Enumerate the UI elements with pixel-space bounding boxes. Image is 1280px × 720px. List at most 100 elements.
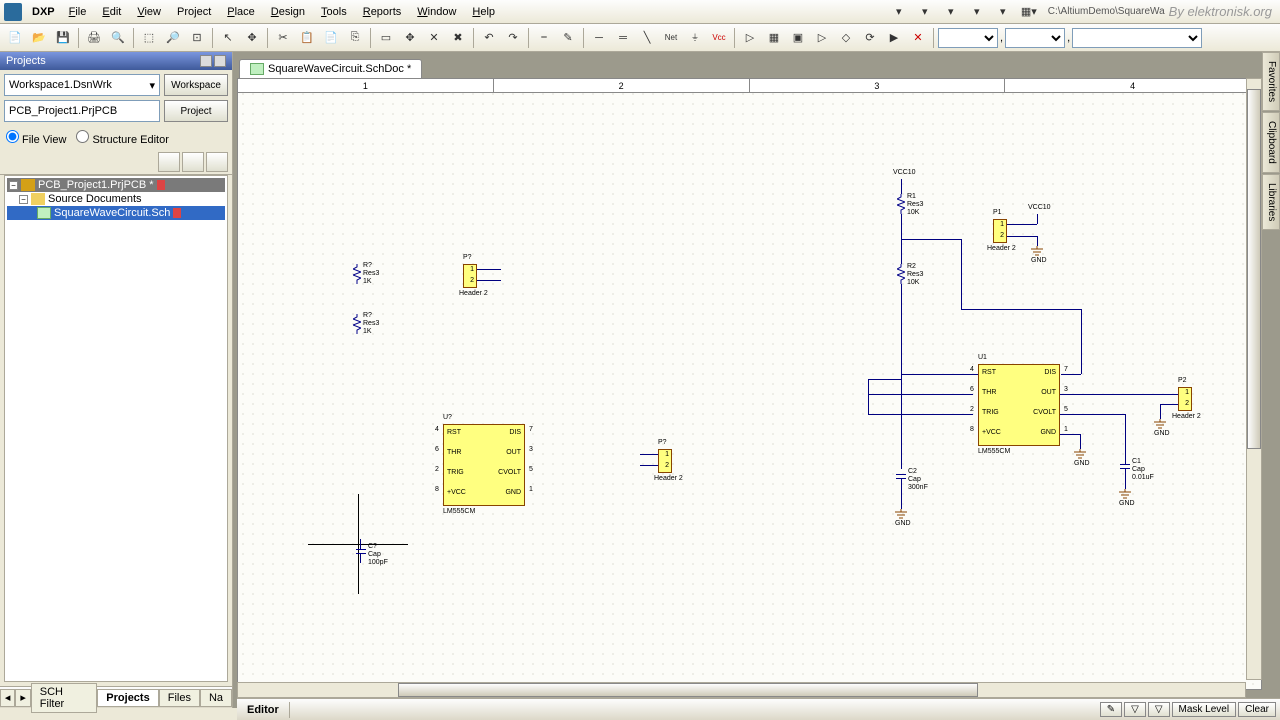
resistor-r7b[interactable]: R? Res3 1K: [353, 314, 361, 337]
menu-place[interactable]: Place: [219, 3, 263, 21]
wire-icon[interactable]: ─: [588, 27, 610, 49]
panel-opt1-icon[interactable]: [158, 152, 180, 172]
tree-document[interactable]: SquareWaveCircuit.Sch: [7, 206, 225, 220]
menu-edit[interactable]: Edit: [94, 3, 129, 21]
preview-icon[interactable]: 🔍: [107, 27, 129, 49]
toolbar-dropdown-2[interactable]: ▾: [914, 1, 936, 23]
structeditor-radio[interactable]: Structure Editor: [76, 130, 168, 146]
tab-nav[interactable]: Na: [200, 689, 232, 707]
tab-projects[interactable]: Projects: [97, 689, 158, 707]
zoom-doc-icon[interactable]: ⬚: [138, 27, 160, 49]
gnd-c2[interactable]: GND: [893, 509, 909, 524]
bus-icon[interactable]: ═: [612, 27, 634, 49]
busent-icon[interactable]: ╲: [636, 27, 658, 49]
fileview-radio[interactable]: File View: [6, 130, 66, 146]
header-p3[interactable]: P? 1 2 Header 2: [463, 264, 477, 288]
gnd-c1[interactable]: GND: [1117, 489, 1133, 504]
cut-icon[interactable]: ✂: [272, 27, 294, 49]
move-sel-icon[interactable]: ✥: [399, 27, 421, 49]
status-editor-tab[interactable]: Editor: [237, 702, 290, 718]
zoom-fit-icon[interactable]: ⊡: [186, 27, 208, 49]
tree-project-root[interactable]: − PCB_Project1.PrjPCB *: [7, 178, 225, 192]
header-p1[interactable]: P1 1 2 Header 2: [993, 219, 1007, 243]
vtab-favorites[interactable]: Favorites: [1262, 52, 1280, 111]
horizontal-scrollbar[interactable]: [237, 682, 1246, 698]
hierarchy-icon[interactable]: ⎯: [533, 27, 555, 49]
toolbar-dropdown-4[interactable]: ▾: [966, 1, 988, 23]
resistor-r7a[interactable]: R? Res3 1K: [353, 264, 361, 287]
status-masklevel[interactable]: Mask Level: [1172, 702, 1237, 717]
panel-opt2-icon[interactable]: [182, 152, 204, 172]
header-p2[interactable]: P2 1 2 Header 2: [1178, 387, 1192, 411]
power-vcc10-b[interactable]: VCC10: [1028, 204, 1051, 211]
project-tree[interactable]: − PCB_Project1.PrjPCB * − Source Documen…: [4, 175, 228, 682]
combo-3[interactable]: [1072, 28, 1202, 48]
tab-right-icon[interactable]: ▸: [15, 689, 30, 707]
print-icon[interactable]: 🖨: [83, 27, 105, 49]
status-icon-3[interactable]: ▽: [1148, 702, 1170, 717]
save-icon[interactable]: 💾: [52, 27, 74, 49]
vtab-clipboard[interactable]: Clipboard: [1262, 112, 1280, 173]
browse-icon[interactable]: ✎: [557, 27, 579, 49]
document-tab[interactable]: SquareWaveCircuit.SchDoc *: [239, 59, 422, 78]
menu-design[interactable]: Design: [263, 3, 313, 21]
menu-reports[interactable]: Reports: [355, 3, 410, 21]
status-clear[interactable]: Clear: [1238, 702, 1276, 717]
menu-tools[interactable]: Tools: [313, 3, 355, 21]
cancel-icon[interactable]: ✕: [907, 27, 929, 49]
paste-icon[interactable]: 📄: [320, 27, 342, 49]
netlabel-icon[interactable]: Net: [660, 27, 682, 49]
toolbar-dropdown-1[interactable]: ▾: [888, 1, 910, 23]
deselect-icon[interactable]: ✕: [423, 27, 445, 49]
port-icon[interactable]: ▷: [811, 27, 833, 49]
grid-dropdown-icon[interactable]: ▦▾: [1018, 1, 1040, 23]
status-icon-2[interactable]: ▽: [1124, 702, 1146, 717]
power-port-icon[interactable]: Vcc: [708, 27, 730, 49]
gnd-p1[interactable]: GND: [1029, 246, 1045, 261]
vtab-libraries[interactable]: Libraries: [1262, 174, 1280, 230]
cap-c3[interactable]: C? Cap 100pF: [356, 549, 366, 554]
undo-icon[interactable]: ↶: [478, 27, 500, 49]
clear-icon[interactable]: ✖: [447, 27, 469, 49]
open-icon[interactable]: 📂: [28, 27, 50, 49]
menu-view[interactable]: View: [129, 3, 169, 21]
move-icon[interactable]: ✥: [241, 27, 263, 49]
selrect-icon[interactable]: ▭: [375, 27, 397, 49]
workspace-combo[interactable]: Workspace1.DsnWrk▾: [4, 74, 160, 96]
chip-u1[interactable]: U1 RSTDIS THROUT TRIGCVOLT +VCCGND 4 6 2…: [978, 364, 1060, 446]
run-icon[interactable]: ▶: [883, 27, 905, 49]
menu-file[interactable]: File: [61, 3, 95, 21]
tab-files[interactable]: Files: [159, 689, 200, 707]
gnd-p2[interactable]: GND: [1152, 419, 1168, 434]
combo-1[interactable]: [938, 28, 998, 48]
menu-window[interactable]: Window: [409, 3, 464, 21]
menu-help[interactable]: Help: [464, 3, 503, 21]
sheet-icon[interactable]: ▦: [763, 27, 785, 49]
header-p4[interactable]: P? 1 2 Header 2: [658, 449, 672, 473]
new-icon[interactable]: 📄: [4, 27, 26, 49]
tab-left-icon[interactable]: ◂: [0, 689, 15, 707]
panel-close-icon[interactable]: [214, 55, 226, 67]
combo-2[interactable]: [1005, 28, 1065, 48]
stamp-icon[interactable]: ⎘: [344, 27, 366, 49]
workspace-button[interactable]: Workspace: [164, 74, 228, 96]
project-button[interactable]: Project: [164, 100, 228, 122]
copy-icon[interactable]: 📋: [296, 27, 318, 49]
schematic-canvas[interactable]: 1 2 3 4 R? Res3 1K R? Res3 1K: [237, 78, 1262, 690]
toolbar-dropdown-3[interactable]: ▾: [940, 1, 962, 23]
noErc-icon[interactable]: ◇: [835, 27, 857, 49]
power-vcc10-a[interactable]: VCC10: [893, 169, 916, 176]
part-icon[interactable]: ▷: [739, 27, 761, 49]
compile-icon[interactable]: ⟳: [859, 27, 881, 49]
panel-min-icon[interactable]: [200, 55, 212, 67]
status-icon-1[interactable]: ✎: [1100, 702, 1122, 717]
project-combo[interactable]: PCB_Project1.PrjPCB: [4, 100, 160, 122]
zoom-in-icon[interactable]: 🔎: [162, 27, 184, 49]
dxp-menu[interactable]: DXP: [26, 4, 61, 20]
vertical-scrollbar[interactable]: [1246, 78, 1262, 680]
panel-opt3-icon[interactable]: [206, 152, 228, 172]
chip-u2[interactable]: U? RSTDIS THROUT TRIGCVOLT +VCCGND 4 6 2…: [443, 424, 525, 506]
redo-icon[interactable]: ↷: [502, 27, 524, 49]
tab-schfilter[interactable]: SCH Filter: [31, 683, 98, 713]
gnd-u1[interactable]: GND: [1072, 449, 1088, 464]
